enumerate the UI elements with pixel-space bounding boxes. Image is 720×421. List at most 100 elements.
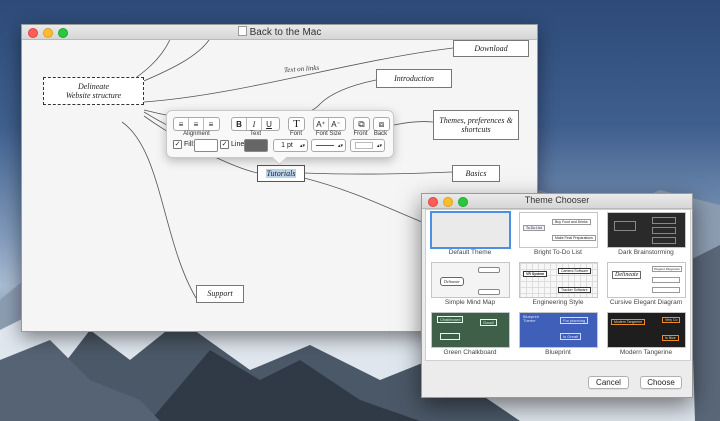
thumb-text: Good! — [480, 319, 497, 326]
font-label: Font — [289, 131, 302, 137]
theme-grid: Default Theme To-Do List Buy Food and Dr… — [425, 209, 691, 361]
theme-name: Default Theme — [448, 249, 492, 256]
node-support[interactable]: Support — [196, 285, 244, 303]
thumb-text: Buy Food and Drinks — [552, 219, 591, 225]
align-right-icon[interactable]: ≡ — [204, 118, 218, 130]
theme-name: Simple Mind Map — [444, 299, 496, 306]
theme-thumbnail: Blueprint Theme For planning Is Great! — [519, 312, 598, 348]
theme-name: Engineering Style — [532, 299, 584, 306]
theme-thumbnail: Modern Tangerine Very Co Is Nice — [607, 312, 686, 348]
stepper-icon: ▴▾ — [299, 142, 305, 149]
thumb-text: Blueprint Theme — [523, 314, 539, 324]
text-label: Text — [249, 131, 261, 137]
theme-chooser-title: Theme Chooser — [524, 195, 590, 205]
bring-front-icon: ⧉ — [358, 118, 365, 129]
line-style-select[interactable]: ▴▾ — [311, 139, 346, 152]
text-style-control[interactable]: B I U — [231, 117, 280, 131]
theme-name: Cursive Elegant Diagram — [609, 299, 683, 306]
node-download[interactable]: Download — [453, 40, 529, 57]
line-control: ✓ Line: — [220, 140, 246, 149]
theme-engineering-style[interactable]: VR System Camera Software Tracker Softwa… — [514, 260, 602, 310]
choose-button[interactable]: Choose — [640, 376, 682, 389]
font-size-up-button[interactable]: A⁺ — [314, 118, 329, 130]
theme-chooser-titlebar[interactable]: Theme Chooser — [422, 194, 692, 209]
font-button[interactable]: T — [288, 117, 305, 131]
send-back-icon: ⧈ — [378, 118, 385, 129]
line-width-value: 1 pt — [281, 142, 293, 149]
fill-control: ✓ Fill: — [173, 140, 195, 149]
stepper-icon: ▴▾ — [376, 142, 382, 149]
stepper-icon: ▴▾ — [337, 142, 343, 149]
node-tutorials[interactable]: Tutorials — [257, 165, 305, 182]
thumb-text: Delineate — [612, 271, 642, 279]
theme-cursive-elegant[interactable]: Delineate Elegant Diagrams Cursive Elega… — [602, 260, 690, 310]
align-center-icon[interactable]: ≡ — [189, 118, 204, 130]
node-root-title: Delineate — [77, 81, 110, 91]
fill-color-well[interactable] — [194, 139, 218, 152]
window-title-text: Back to the Mac — [249, 27, 322, 38]
thumb-text: VR System — [523, 271, 548, 277]
theme-thumbnail — [430, 211, 511, 249]
theme-dark-brainstorming[interactable]: Dark Brainstorming — [602, 210, 690, 260]
alignment-control[interactable]: ≡ ≡ ≡ — [173, 117, 220, 131]
node-root[interactable]: Delineate Website structure — [43, 77, 144, 105]
back-label: Back — [373, 131, 388, 137]
theme-bright-todo[interactable]: To-Do List Buy Food and Drinks Make Fina… — [514, 210, 602, 260]
font-size-label: Font Size — [315, 131, 342, 137]
bring-front-button[interactable]: ⧉ — [353, 117, 370, 131]
thumb-text: Is Nice — [662, 335, 679, 341]
theme-thumbnail: Delineate — [431, 262, 510, 298]
node-introduction-label: Introduction — [394, 73, 434, 83]
thumb-text: Chalkboard — [437, 316, 464, 323]
send-back-button[interactable]: ⧈ — [373, 117, 390, 131]
cancel-button[interactable]: Cancel — [588, 376, 629, 389]
theme-modern-tangerine[interactable]: Modern Tangerine Very Co Is Nice Modern … — [602, 310, 690, 360]
theme-thumbnail — [607, 212, 686, 248]
main-window-titlebar[interactable]: Back to the Mac — [22, 25, 537, 40]
line-checkbox[interactable]: ✓ — [220, 140, 229, 149]
node-support-label: Support — [207, 289, 233, 299]
arrow-style-select[interactable]: ▴▾ — [350, 139, 385, 152]
node-introduction[interactable]: Introduction — [376, 69, 452, 88]
format-popover: ≡ ≡ ≡ Alignment B I U Text T Font A⁺ A⁻ … — [166, 110, 394, 166]
fill-checkbox[interactable]: ✓ — [173, 140, 182, 149]
theme-thumbnail: VR System Camera Software Tracker Softwa… — [519, 262, 598, 298]
font-size-control[interactable]: A⁺ A⁻ — [313, 117, 346, 131]
line-color-well[interactable] — [244, 139, 268, 152]
node-download-label: Download — [474, 43, 508, 53]
node-basics[interactable]: Basics — [452, 165, 500, 182]
node-themes-label: Themes, preferences & shortcuts — [439, 115, 513, 134]
align-left-icon[interactable]: ≡ — [174, 118, 189, 130]
theme-name: Bright To-Do List — [534, 249, 582, 256]
thumb-text: Modern Tangerine — [611, 319, 646, 325]
link-tutorials-down — [303, 177, 423, 223]
theme-green-chalkboard[interactable]: Chalkboard Good! Green Chalkboard — [426, 310, 514, 360]
theme-thumbnail: Chalkboard Good! — [431, 312, 510, 348]
theme-name: Blueprint — [545, 349, 571, 356]
theme-simple-mind-map[interactable]: Delineate Simple Mind Map — [426, 260, 514, 310]
bold-button[interactable]: B — [232, 118, 247, 130]
theme-default[interactable]: Default Theme — [426, 210, 514, 260]
theme-thumbnail: Delineate Elegant Diagrams — [607, 262, 686, 298]
font-size-down-button[interactable]: A⁻ — [329, 118, 343, 130]
document-icon — [237, 26, 247, 36]
italic-button[interactable]: I — [247, 118, 262, 130]
node-basics-label: Basics — [465, 168, 487, 178]
theme-name: Dark Brainstorming — [618, 249, 674, 256]
theme-thumbnail: To-Do List Buy Food and Drinks Make Fina… — [519, 212, 598, 248]
window-title: Back to the Mac — [22, 26, 537, 38]
thumb-text: Camera Software — [558, 268, 592, 274]
thumb-text: Very Co — [662, 317, 681, 323]
node-themes[interactable]: Themes, preferences & shortcuts — [433, 110, 519, 140]
thumb-text: For planning — [560, 317, 589, 324]
node-tutorials-label: Tutorials — [265, 168, 297, 179]
thumb-text: Make Final Preparations — [552, 235, 596, 241]
theme-blueprint[interactable]: Blueprint Theme For planning Is Great! B… — [514, 310, 602, 360]
theme-name: Modern Tangerine — [619, 349, 673, 356]
node-root-subtitle: Website structure — [65, 91, 122, 100]
link-tutorials-basics — [303, 171, 453, 175]
line-width-select[interactable]: 1 pt ▴▾ — [273, 139, 308, 152]
thumb-text: Elegant Diagrams — [652, 266, 682, 272]
front-label: Front — [353, 131, 368, 137]
underline-button[interactable]: U — [262, 118, 276, 130]
